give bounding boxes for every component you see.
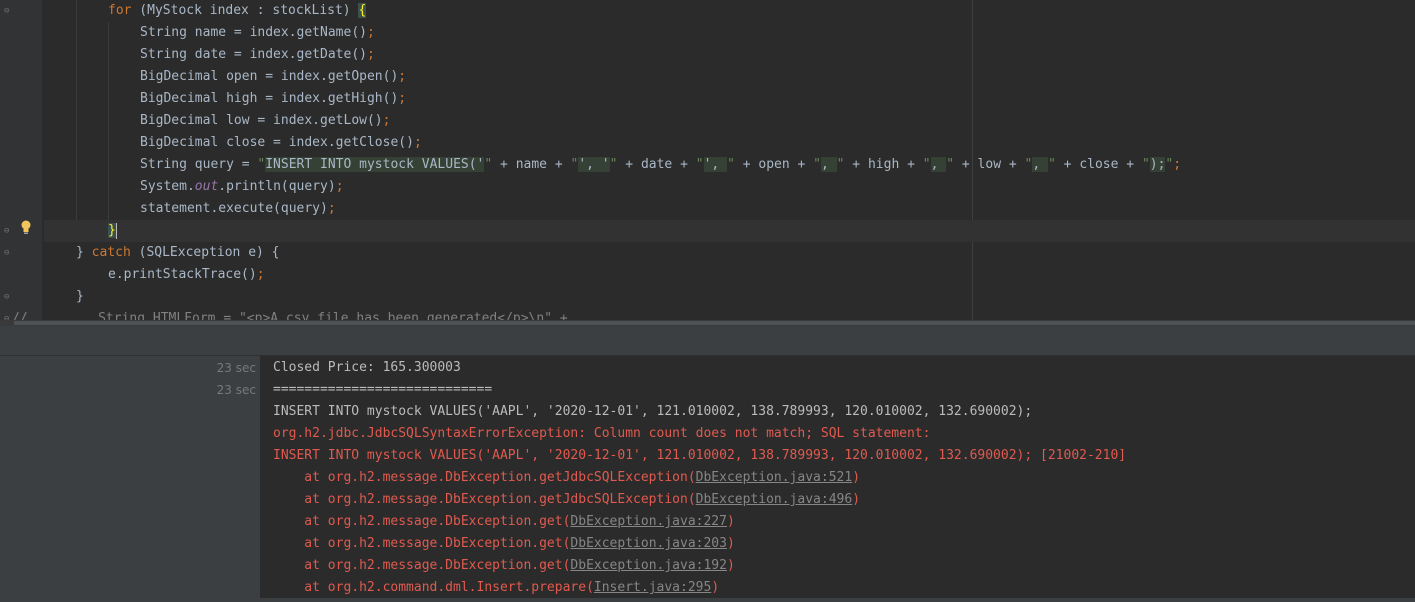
stack-trace-line: at org.h2.message.DbException.getJdbcSQL… bbox=[273, 492, 861, 507]
stack-trace-line: at org.h2.command.dml.Insert.prepare(Ins… bbox=[273, 580, 720, 595]
sql-string-literal: INSERT INTO mystock VALUES(' bbox=[265, 157, 485, 172]
stack-trace-line: at org.h2.message.DbException.get(DbExce… bbox=[273, 536, 735, 551]
sql-string-literal: , bbox=[1032, 157, 1049, 172]
source-link[interactable]: DbException.java:496 bbox=[696, 492, 853, 507]
run-console[interactable]: 23 sec 23 sec Closed Price: 165.300003 =… bbox=[0, 356, 1415, 602]
code-editor[interactable]: ⊖ ⊖ ⊖ ⊖ ⊖ for (MyStock index : stockList… bbox=[0, 0, 1415, 320]
code-line[interactable]: System.out.println(query); bbox=[44, 176, 344, 198]
ide-window: ⊖ ⊖ ⊖ ⊖ ⊖ for (MyStock index : stockList… bbox=[0, 0, 1415, 602]
source-link[interactable]: DbException.java:192 bbox=[570, 558, 727, 573]
source-link[interactable]: DbException.java:227 bbox=[570, 514, 727, 529]
timestamp: 23 sec bbox=[216, 361, 256, 375]
code-line[interactable]: String query = "INSERT INTO mystock VALU… bbox=[44, 154, 1181, 176]
stack-trace-line: at org.h2.message.DbException.get(DbExce… bbox=[273, 514, 735, 529]
lightbulb-icon[interactable] bbox=[20, 220, 32, 234]
console-bottom-edge bbox=[0, 598, 1415, 602]
sql-string-literal: ', bbox=[703, 157, 728, 172]
code-line[interactable]: String date = index.getDate(); bbox=[44, 44, 375, 66]
fold-marker-icon[interactable]: ⊖ bbox=[4, 7, 12, 16]
code-line[interactable]: BigDecimal close = index.getClose(); bbox=[44, 132, 422, 154]
run-tool-window-header[interactable] bbox=[0, 326, 1415, 356]
sql-string-literal: ); bbox=[1149, 157, 1166, 172]
timestamp-column: 23 sec 23 sec bbox=[0, 356, 261, 602]
stack-trace-line: at org.h2.message.DbException.getJdbcSQL… bbox=[273, 470, 861, 485]
source-link[interactable]: DbException.java:521 bbox=[696, 470, 853, 485]
source-link[interactable]: Insert.java:295 bbox=[594, 580, 711, 595]
code-line[interactable]: BigDecimal open = index.getOpen(); bbox=[44, 66, 406, 88]
code-line[interactable]: for (MyStock index : stockList) { bbox=[44, 0, 367, 22]
code-line[interactable]: } catch (SQLException e) { bbox=[44, 242, 280, 264]
matched-brace: { bbox=[358, 3, 367, 18]
fold-marker-icon[interactable]: ⊖ bbox=[4, 249, 12, 258]
code-line[interactable]: String name = index.getName(); bbox=[44, 22, 375, 44]
editor-gutter[interactable]: ⊖ ⊖ ⊖ ⊖ ⊖ bbox=[0, 0, 42, 320]
commented-code-line[interactable]: // String HTMLForm = "<p>A csv file has … bbox=[12, 308, 568, 320]
timestamp: 23 sec bbox=[216, 383, 256, 397]
console-output-line: ============================ bbox=[273, 382, 493, 397]
console-output-line: INSERT INTO mystock VALUES('AAPL', '2020… bbox=[273, 404, 1033, 419]
code-line[interactable]: BigDecimal low = index.getLow(); bbox=[44, 110, 390, 132]
sql-string-literal: , bbox=[821, 157, 837, 172]
fold-marker-icon[interactable]: ⊖ bbox=[4, 227, 12, 236]
console-error-line: org.h2.jdbc.JdbcSQLSyntaxErrorException:… bbox=[273, 426, 931, 441]
scrollbar-thumb[interactable] bbox=[14, 321, 1415, 325]
sql-string-literal: ', ' bbox=[578, 157, 610, 172]
text-caret bbox=[115, 222, 117, 239]
fold-marker-icon[interactable]: ⊖ bbox=[4, 293, 12, 302]
code-line[interactable]: BigDecimal high = index.getHigh(); bbox=[44, 88, 406, 110]
keyword-for: for bbox=[108, 3, 132, 18]
sql-string-literal: , bbox=[930, 157, 947, 172]
keyword-catch: catch bbox=[91, 245, 131, 260]
current-code-line[interactable]: } bbox=[44, 220, 1415, 242]
matched-brace: } bbox=[108, 223, 116, 238]
static-field-out: out bbox=[194, 179, 219, 194]
code-line[interactable]: statement.execute(query); bbox=[44, 198, 336, 220]
console-output-line: Closed Price: 165.300003 bbox=[273, 360, 461, 375]
code-line[interactable]: } bbox=[44, 286, 84, 308]
source-link[interactable]: DbException.java:203 bbox=[570, 536, 727, 551]
code-line[interactable]: e.printStackTrace(); bbox=[44, 264, 265, 286]
console-error-line: INSERT INTO mystock VALUES('AAPL', '2020… bbox=[273, 448, 1127, 463]
stack-trace-line: at org.h2.message.DbException.get(DbExce… bbox=[273, 558, 735, 573]
